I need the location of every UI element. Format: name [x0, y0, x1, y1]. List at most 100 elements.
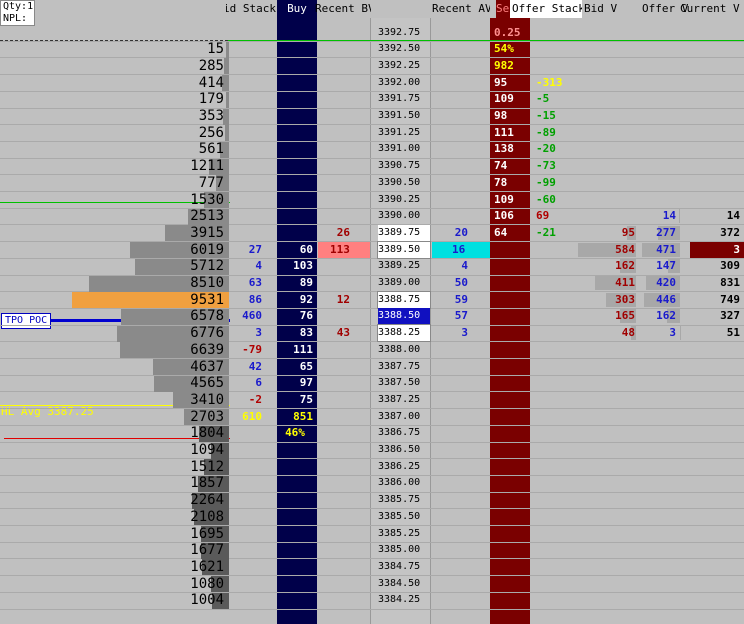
volume-cell: 1211	[190, 158, 224, 175]
volume-cell: 6019	[190, 241, 224, 258]
bid-stack-cell: -2	[248, 392, 262, 406]
volume-cell: 285	[198, 57, 224, 74]
price-cell: 3389.00	[378, 277, 421, 288]
sell-cell: 54%	[494, 42, 514, 56]
price-cell: 3384.50	[378, 577, 421, 589]
row-separator	[0, 408, 744, 410]
sell-cell: 95	[494, 75, 508, 89]
offer-v-cell: 14	[662, 209, 676, 223]
buy-cell: 83	[299, 326, 313, 340]
offer-v-cell: 471	[656, 242, 676, 256]
volume-profile-bar	[224, 58, 229, 75]
bid-v-cell: 411	[615, 276, 635, 289]
row-separator	[0, 124, 744, 126]
row-separator	[0, 491, 744, 493]
volume-cell: 353	[198, 108, 224, 124]
price-cell: 3387.00	[378, 410, 421, 422]
buy-cell: 75	[299, 392, 313, 406]
row-separator	[0, 358, 744, 359]
price-cell: 3388.50	[378, 308, 430, 325]
sell-cell: 74	[494, 159, 508, 173]
header-bid-v[interactable]: Bid V	[584, 0, 634, 18]
offer-stack-cell: -5	[536, 92, 550, 106]
current-v-cell: 14	[726, 209, 740, 223]
price-cell: 3386.25	[378, 460, 421, 472]
recent-bv-cell: 113	[318, 241, 370, 258]
price-cell: 3384.25	[378, 594, 421, 606]
price-cell: 3392.50	[378, 43, 421, 55]
header-offer-stack[interactable]: Offer Stack	[510, 0, 582, 18]
sell-cell: 109	[494, 192, 514, 206]
volume-cell: 1004	[190, 592, 224, 609]
volume-cell: 3410	[190, 391, 224, 408]
price-cell: 3391.75	[378, 93, 421, 105]
price-cell: 3391.50	[378, 110, 421, 121]
bid-stack-cell: 6	[255, 376, 262, 390]
row-separator	[0, 174, 744, 176]
current-v-cell: 3	[733, 242, 740, 256]
offer-stack-cell: -99	[536, 175, 556, 189]
volume-cell: 414	[198, 74, 224, 91]
header-current-v[interactable]: Current V	[680, 0, 744, 18]
dom-ladder: Qty:1 NPL: Bid Stack Buy Recent BV Recen…	[0, 0, 744, 624]
header-sell[interactable]: Sell	[496, 0, 510, 18]
offer-stack-cell: 69	[536, 209, 550, 223]
price-cell: 3391.00	[378, 143, 421, 155]
row-separator	[0, 391, 744, 393]
header-recent-bv[interactable]: Recent BV	[315, 0, 371, 18]
volume-cell: 1857	[190, 475, 224, 492]
buy-cell: 851	[293, 409, 313, 423]
row-separator	[0, 157, 744, 159]
price-cell: 3392.75	[378, 26, 421, 38]
bid-stack-cell: 4	[255, 259, 262, 273]
header-recent-av[interactable]: Recent AV	[432, 0, 490, 18]
current-v-cell: 309	[720, 259, 740, 273]
price-cell: 3387.25	[378, 393, 421, 405]
row-separator	[0, 558, 744, 560]
current-v-cell: 831	[720, 276, 740, 289]
bid-stack-cell: 86	[248, 292, 262, 306]
price-cell: 3391.25	[378, 126, 421, 138]
price-cell: 3390.75	[378, 160, 421, 172]
recent-bv-cell: 12	[336, 292, 350, 306]
row-separator	[0, 107, 744, 109]
row-separator	[0, 90, 744, 92]
recent-av-cell: 59	[454, 292, 468, 306]
row-separator	[0, 40, 744, 42]
volume-cell: 1677	[190, 542, 224, 559]
offer-stack-cell: -20	[536, 142, 556, 156]
volume-cell: 3915	[190, 224, 224, 241]
buy-cell: 76	[299, 309, 313, 323]
offer-stack-cell: -60	[536, 192, 556, 206]
volume-cell: 5712	[190, 258, 224, 275]
header-bid-stack[interactable]: Bid Stack	[226, 0, 276, 18]
buy-cell: 46%	[285, 426, 305, 440]
offer-stack-cell: -21	[536, 225, 556, 239]
header-buy[interactable]: Buy	[277, 0, 317, 18]
row-separator	[0, 591, 744, 593]
volume-cell: 1695	[190, 525, 224, 542]
buy-cell: 92	[299, 292, 313, 306]
volume-cell: 4565	[190, 375, 224, 392]
volume-profile-bar	[224, 125, 229, 142]
price-cell: 3385.00	[378, 544, 421, 556]
row-separator	[0, 424, 744, 426]
recent-av-cell: 4	[461, 259, 468, 273]
offer-v-cell: 420	[656, 276, 676, 289]
volume-cell: 777	[198, 174, 224, 191]
volume-cell: 256	[198, 124, 224, 141]
price-cell: 3389.75	[378, 224, 430, 241]
price-cell: 3389.50	[377, 240, 431, 259]
offer-v-cell: 3	[669, 326, 676, 340]
price-cell: 3386.00	[378, 477, 421, 489]
price-cell: 3392.00	[378, 76, 421, 88]
offer-v-cell: 446	[656, 292, 676, 306]
price-cell: 3385.75	[378, 494, 421, 506]
sell-cell: 98	[494, 109, 508, 122]
price-cell: 3386.75	[378, 427, 421, 439]
recent-bv-cell: 26	[336, 225, 350, 239]
volume-cell: 15	[207, 41, 224, 58]
offer-stack-cell: -313	[536, 75, 563, 89]
buy-cell: 103	[293, 259, 313, 273]
offer-v-cell: 147	[656, 259, 676, 273]
